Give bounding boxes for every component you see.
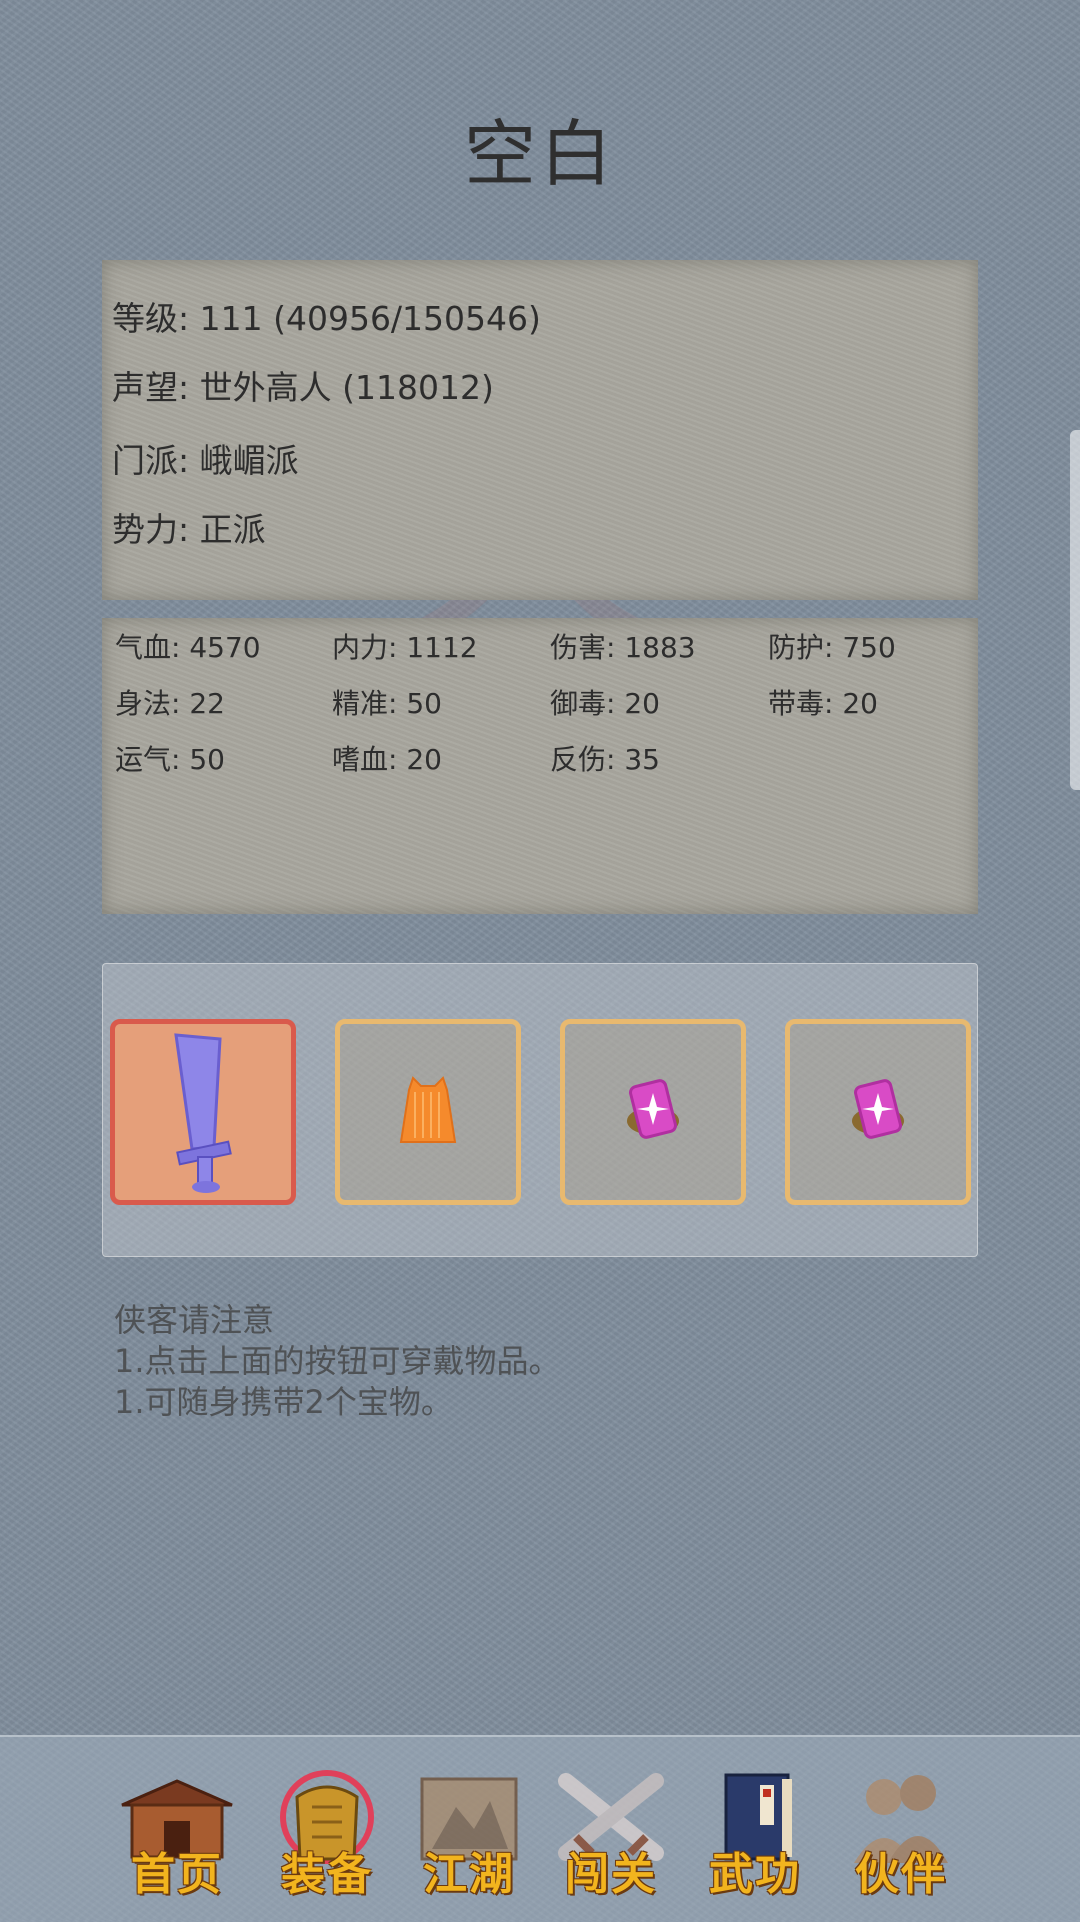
nav-home-label: 首页 xyxy=(131,1849,223,1900)
stat-defense: 防护: 750 xyxy=(768,631,896,664)
nav-jianghu-label: 江湖 xyxy=(423,1849,515,1900)
notice-heading: 侠客请注意 xyxy=(114,1301,275,1339)
side-scroll-handle[interactable] xyxy=(1070,430,1080,790)
nav-equipment-label: 装备 xyxy=(281,1849,373,1900)
stat-poison: 带毒: 20 xyxy=(768,687,878,720)
nav-equipment[interactable]: 装备 xyxy=(262,1767,392,1902)
level-text: 等级: 111 (40956/150546) xyxy=(112,299,541,338)
stat-lifesteal: 嗜血: 20 xyxy=(332,743,442,776)
equipment-slot-treasure-2[interactable] xyxy=(785,1019,971,1205)
stat-luck: 运气: 50 xyxy=(115,743,225,776)
stat-poison-resist: 御毒: 20 xyxy=(550,687,660,720)
attribute-stats-panel: 气血: 4570 内力: 1112 伤害: 1883 防护: 750 身法: 2… xyxy=(102,618,978,914)
sword-icon xyxy=(174,1033,232,1193)
notice-text: 侠客请注意 1.点击上面的按钮可穿戴物品。 1.可随身携带2个宝物。 xyxy=(114,1300,561,1423)
nav-martial-arts[interactable]: 武功 xyxy=(690,1767,820,1902)
equipment-slot-weapon[interactable] xyxy=(110,1019,296,1205)
stat-damage: 伤害: 1883 xyxy=(550,631,696,664)
treasure-icon xyxy=(627,1079,679,1139)
nav-home[interactable]: 首页 xyxy=(112,1767,242,1902)
stat-agility: 身法: 22 xyxy=(115,687,225,720)
stat-reflect: 反伤: 35 xyxy=(550,743,660,776)
nav-partners[interactable]: 伙伴 xyxy=(836,1767,966,1902)
armor-icon xyxy=(399,1076,457,1143)
stat-hp: 气血: 4570 xyxy=(115,631,261,664)
stat-accuracy: 精准: 50 xyxy=(332,687,442,720)
bottom-navigation: 首页 装备 江湖 闯关 武功 伙伴 xyxy=(0,1735,1080,1922)
nav-partners-label: 伙伴 xyxy=(855,1849,947,1900)
nav-jianghu[interactable]: 江湖 xyxy=(404,1767,534,1902)
stat-internal-power: 内力: 1112 xyxy=(332,631,478,664)
treasure-icon xyxy=(852,1079,904,1139)
equipment-slot-treasure-1[interactable] xyxy=(560,1019,746,1205)
nav-challenge-label: 闯关 xyxy=(565,1849,657,1900)
nav-challenge[interactable]: 闯关 xyxy=(546,1767,676,1902)
faction-text: 势力: 正派 xyxy=(112,510,266,549)
character-info-panel: 等级: 111 (40956/150546) 声望: 世外高人 (118012)… xyxy=(102,260,978,600)
equipment-slot-armor[interactable] xyxy=(335,1019,521,1205)
page-title: 空白 xyxy=(463,112,616,196)
notice-line-1: 1.点击上面的按钮可穿戴物品。 xyxy=(114,1342,561,1380)
sect-text: 门派: 峨嵋派 xyxy=(112,441,299,480)
notice-line-2: 1.可随身携带2个宝物。 xyxy=(114,1383,453,1421)
reputation-text: 声望: 世外高人 (118012) xyxy=(112,368,494,407)
nav-martial-arts-label: 武功 xyxy=(709,1849,801,1900)
equipment-panel xyxy=(102,963,978,1257)
